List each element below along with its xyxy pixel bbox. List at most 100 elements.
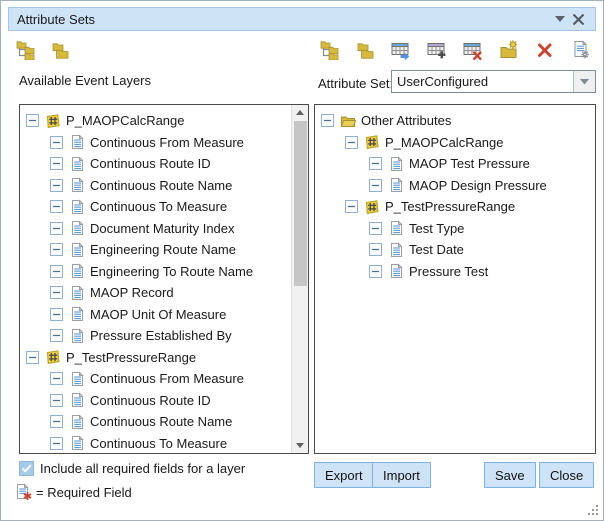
close-button[interactable]: Close — [539, 462, 594, 488]
resize-grip-icon[interactable] — [586, 503, 599, 516]
properties-button[interactable] — [571, 40, 591, 60]
tree-item-label: MAOP Record — [90, 285, 174, 300]
vertical-scrollbar[interactable] — [291, 105, 308, 453]
collapse-minus-icon[interactable] — [50, 157, 63, 170]
tree-item[interactable]: MAOP Unit Of Measure — [20, 304, 291, 326]
expand-set-tree-button[interactable] — [319, 40, 339, 60]
tree-item[interactable]: Test Date — [315, 239, 595, 261]
collapse-set-tree-button[interactable] — [355, 40, 375, 60]
tree-item[interactable]: P_TestPressureRange — [20, 347, 291, 369]
expand-layers-tree-button[interactable] — [15, 40, 35, 60]
include-required-fields-label: Include all required fields for a layer — [40, 461, 245, 476]
field-icon — [69, 306, 85, 322]
collapse-minus-icon[interactable] — [50, 329, 63, 342]
tree-item-label: Continuous Route ID — [90, 156, 211, 171]
tree-item[interactable]: P_TestPressureRange — [315, 196, 595, 218]
scroll-up-icon[interactable] — [292, 105, 308, 120]
collapse-minus-icon[interactable] — [50, 286, 63, 299]
tree-item-label: Engineering To Route Name — [90, 264, 253, 279]
tree-item[interactable]: Continuous Route Name — [20, 411, 291, 433]
collapse-minus-icon[interactable] — [50, 136, 63, 149]
tree-item-label: Continuous From Measure — [90, 371, 244, 386]
field-icon — [69, 435, 85, 451]
tree-item[interactable]: MAOP Design Pressure — [315, 175, 595, 197]
collapse-minus-icon[interactable] — [50, 179, 63, 192]
collapse-minus-icon[interactable] — [321, 114, 334, 127]
collapse-minus-icon[interactable] — [369, 179, 382, 192]
collapse-minus-icon[interactable] — [50, 415, 63, 428]
tree-item[interactable]: Continuous To Measure — [20, 433, 291, 454]
include-required-fields-checkbox[interactable] — [19, 461, 34, 476]
collapse-minus-icon[interactable] — [50, 308, 63, 321]
collapse-minus-icon[interactable] — [345, 200, 358, 213]
new-group-button[interactable] — [499, 40, 519, 60]
tree-item[interactable]: Document Maturity Index — [20, 218, 291, 240]
tree-item[interactable]: Continuous Route ID — [20, 153, 291, 175]
field-icon — [69, 414, 85, 430]
tree-item[interactable]: MAOP Test Pressure — [315, 153, 595, 175]
event-layer-icon — [364, 199, 380, 215]
collapse-minus-icon[interactable] — [369, 222, 382, 235]
close-window-button[interactable] — [569, 10, 587, 28]
add-event-layer-to-set-button[interactable] — [391, 40, 411, 60]
field-icon — [69, 328, 85, 344]
tree-item[interactable]: Engineering To Route Name — [20, 261, 291, 283]
scrollbar-thumb[interactable] — [294, 121, 307, 286]
collapse-minus-icon[interactable] — [50, 222, 63, 235]
tree-item-label: Pressure Established By — [90, 328, 232, 343]
collapse-minus-icon[interactable] — [50, 437, 63, 450]
collapse-window-button[interactable] — [551, 10, 569, 28]
collapse-minus-icon[interactable] — [50, 200, 63, 213]
tree-item[interactable]: Continuous Route ID — [20, 390, 291, 412]
save-button[interactable]: Save — [484, 462, 536, 488]
required-field-legend: = Required Field — [15, 483, 132, 501]
required-field-icon — [15, 483, 33, 501]
attribute-sets-dialog: Attribute Sets Available Event Layers At… — [0, 0, 604, 521]
remove-item-button[interactable] — [535, 40, 555, 60]
export-button[interactable]: Export — [314, 462, 374, 488]
toolbar-left-group — [15, 40, 70, 60]
combobox-dropdown-button[interactable] — [573, 71, 595, 92]
tree-item[interactable]: Pressure Established By — [20, 325, 291, 347]
tree-item[interactable]: MAOP Record — [20, 282, 291, 304]
attribute-set-combobox[interactable]: UserConfigured — [391, 70, 596, 93]
field-icon — [388, 177, 404, 193]
collapse-minus-icon[interactable] — [369, 157, 382, 170]
tree-item-label: P_TestPressureRange — [385, 199, 515, 214]
tree-item-label: Engineering Route Name — [90, 242, 236, 257]
tree-item-label: Test Date — [409, 242, 464, 257]
scroll-down-icon[interactable] — [292, 438, 308, 453]
collapse-minus-icon[interactable] — [369, 243, 382, 256]
field-icon — [388, 242, 404, 258]
tree-item-label: Test Type — [409, 221, 464, 236]
tree-item-label: P_MAOPCalcRange — [66, 113, 185, 128]
window-title: Attribute Sets — [17, 12, 551, 27]
tree-item[interactable]: P_MAOPCalcRange — [20, 110, 291, 132]
tree-item[interactable]: Continuous From Measure — [20, 132, 291, 154]
attribute-set-value: UserConfigured — [392, 71, 573, 92]
collapse-minus-icon[interactable] — [26, 351, 39, 364]
tree-item-label: Pressure Test — [409, 264, 488, 279]
tree-item[interactable]: P_MAOPCalcRange — [315, 132, 595, 154]
collapse-minus-icon[interactable] — [369, 265, 382, 278]
collapse-minus-icon[interactable] — [50, 372, 63, 385]
collapse-minus-icon[interactable] — [50, 243, 63, 256]
collapse-minus-icon[interactable] — [50, 265, 63, 278]
collapse-minus-icon[interactable] — [50, 394, 63, 407]
tree-item-label: MAOP Test Pressure — [409, 156, 530, 171]
tree-item[interactable]: Test Type — [315, 218, 595, 240]
collapse-minus-icon[interactable] — [26, 114, 39, 127]
tree-item[interactable]: Continuous Route Name — [20, 175, 291, 197]
tree-item[interactable]: Pressure Test — [315, 261, 595, 283]
tree-item[interactable]: Engineering Route Name — [20, 239, 291, 261]
delete-attribute-set-button[interactable] — [463, 40, 483, 60]
tree-item[interactable]: Continuous From Measure — [20, 368, 291, 390]
collapse-minus-icon[interactable] — [345, 136, 358, 149]
tree-item[interactable]: Other Attributes — [315, 110, 595, 132]
collapse-layers-tree-button[interactable] — [50, 40, 70, 60]
import-button[interactable]: Import — [372, 462, 431, 488]
event-layer-icon — [45, 349, 61, 365]
tree-item[interactable]: Continuous To Measure — [20, 196, 291, 218]
new-attribute-set-button[interactable] — [427, 40, 447, 60]
red-x-icon — [535, 40, 555, 60]
